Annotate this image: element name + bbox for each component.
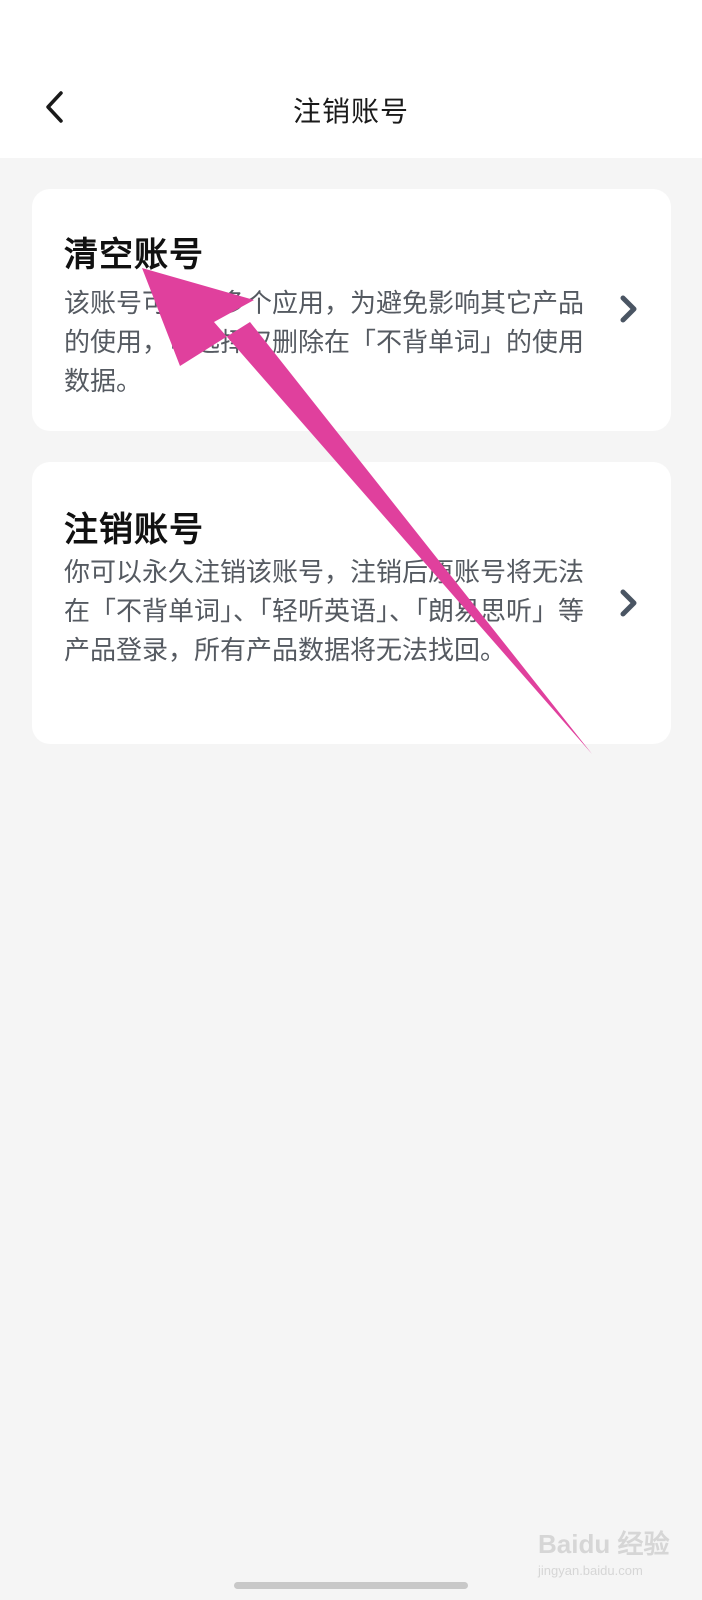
option-description: 你可以永久注销该账号，注销后原账号将无法在「不背单词」、「轻听英语」、「朗易思听… — [64, 558, 585, 666]
watermark-main: Baidu 经验 — [538, 1529, 670, 1559]
clear-account-option[interactable]: 清空账号 该账号可被词多个应用，为避免影响其它产品的使用，可选择仅删除在「不背单… — [32, 189, 671, 431]
home-indicator — [234, 1582, 468, 1589]
page-title: 注销账号 — [292, 95, 409, 128]
chevron-right-icon — [615, 586, 643, 620]
option-title: 清空账号 — [64, 235, 204, 275]
watermark-sub: jingyan.baidu.com — [538, 1563, 643, 1578]
option-description: 该账号可被词多个应用，为避免影响其它产品的使用，可选择仅删除在「不背单词」的使用… — [64, 289, 585, 397]
chevron-right-icon — [615, 292, 643, 326]
status-bar — [0, 0, 702, 60]
navigation-bar: 注销账号 — [0, 60, 702, 158]
deactivate-account-option[interactable]: 注销账号 你可以永久注销该账号，注销后原账号将无法在「不背单词」、「轻听英语」、… — [32, 462, 671, 744]
watermark-logo: Baidu 经验 jingyan.baidu.com — [538, 1524, 688, 1584]
option-title: 注销账号 — [64, 510, 204, 550]
